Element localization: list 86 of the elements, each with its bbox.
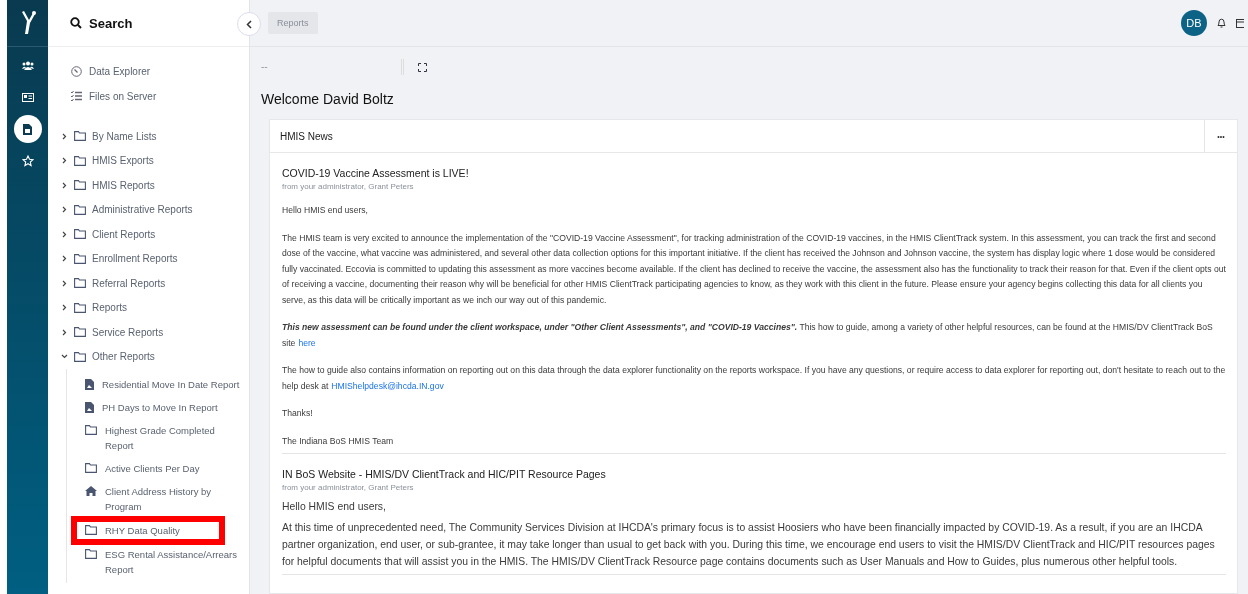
tree-label: Reports (92, 302, 127, 314)
folder-icon (74, 204, 86, 215)
tree-item[interactable]: Administrative Reports (61, 197, 249, 222)
tree-item[interactable]: By Name Lists (61, 124, 249, 149)
news-author: from your administrator, Grant Peters (282, 182, 415, 191)
id-card-icon (21, 92, 34, 102)
link[interactable]: here (298, 337, 316, 348)
tree-item[interactable]: HMIS Reports (61, 173, 249, 198)
chevron-right-icon (61, 304, 68, 312)
chevron-right-icon (61, 157, 68, 165)
folder-icon (74, 229, 86, 240)
nav-button[interactable] (13, 115, 42, 143)
folder-icon (74, 302, 86, 313)
news-paragraph: The HMIS team is very excited to announce the implementation of the "COVID-19 Vaccine Assessment", for tracking administration of the COVID-19 vaccines, in the HMIS ClientTrack system. In this assessment, you can track the first and second dose of the vaccine, what vaccine was administered, and several other data collection options for this important initiative. If the client has received the Johnson and Johnson vaccine, the system has display logic where 1 dose would be considered fully vaccinated. Eccovia is committed to updating this assessment as more vaccines become available. If the client has declined to receive the vaccine, the assessment also has the functionality to track their reason for that. Even if the client opts out of receiving a vaccine, documenting their reason why will be beneficial for other HMIS ClientTrack participating agencies to know, as they work with this client in the future. Please ensure your agency begins collecting this data for all clients you serve, as this data will be critically important as we inch our way out of this pandemic. (282, 231, 1226, 307)
report-item[interactable]: PH Days to Move In Report (77, 400, 249, 415)
chevron-left-icon (246, 19, 252, 29)
folder-icon (85, 463, 97, 473)
welcome-heading: Welcome David Boltz (261, 91, 395, 107)
tree-label: By Name Lists (92, 130, 157, 142)
report-item[interactable]: Residential Move In Date Report (77, 377, 249, 392)
people-icon (21, 60, 34, 70)
folder-icon (74, 155, 86, 166)
tree-label: HMIS Reports (92, 179, 155, 191)
search-icon (70, 17, 82, 29)
tree-label: Other Reports (92, 351, 155, 363)
link[interactable]: HMIShelpdesk@ihcda.IN.gov (331, 380, 444, 391)
sidebar-link[interactable]: Files on Server (71, 88, 249, 104)
news-paragraph: Hello HMIS end users, (282, 500, 387, 514)
news-paragraph: At this time of unprecedented need, The Community Services Division at IHCDA's primary focus is to assist Hoosiers who have been financially impacted by COVID-19. As a result, if you are an IHCDA partner organization, end user, or sub-grantee, it may take longer than usual to get back with you. During this time, we encourage end users to visit the HMIS/DV ClientTrack and HIC/PIT resources pages for helpful documents that will assist you in the HMIS. The HMIS/DV ClientTrack Resource page contains documents such as User Manuals and How to Guides, plus numerous other helpful tools. (282, 521, 1216, 569)
home-icon (85, 486, 97, 496)
expand-icon[interactable] (418, 62, 427, 72)
tree-label: Enrollment Reports (92, 253, 178, 265)
folder-icon (74, 278, 86, 289)
tree-item[interactable]: Client Reports (61, 222, 249, 247)
report-item[interactable]: Highest Grade Completed Report (77, 423, 249, 453)
folder-icon (74, 253, 86, 264)
tree-item[interactable]: Enrollment Reports (61, 246, 249, 271)
tree-label: Referral Reports (92, 277, 166, 289)
folder-icon (74, 180, 86, 191)
tree-item[interactable]: Reports (61, 295, 249, 320)
report-icon (85, 402, 94, 413)
folder-icon (85, 425, 97, 435)
chevron-right-icon (61, 255, 68, 263)
star-icon (21, 155, 34, 167)
folder-icon (85, 549, 97, 559)
chevron-right-icon (61, 132, 68, 140)
chevron-right-icon (61, 279, 68, 287)
news-paragraph: The Indiana BoS HMIS Team (282, 434, 395, 448)
chevron-right-icon (61, 181, 68, 189)
bell-icon[interactable] (1217, 18, 1226, 28)
folder-icon (74, 327, 86, 338)
chevron-right-icon (61, 328, 68, 336)
news-paragraph: Thanks! (282, 407, 314, 420)
folder-icon (74, 131, 86, 142)
folder-icon (74, 351, 86, 362)
tree-item[interactable]: HMIS Exports (61, 148, 249, 173)
report-icon (23, 123, 32, 135)
report-item[interactable]: Client Address History by Program (77, 484, 249, 514)
tree-item[interactable]: Other Reports (61, 344, 249, 369)
user-avatar[interactable]: DB (1181, 10, 1207, 36)
chevron-right-icon (61, 230, 68, 238)
news-title: COVID-19 Vaccine Assessment is LIVE! (282, 167, 470, 179)
news-author: from your administrator, Grant Peters (282, 483, 415, 492)
gauge-icon (71, 65, 82, 77)
tree-label: Client Reports (92, 228, 156, 240)
tree-label: HMIS Exports (92, 155, 154, 167)
news-title: IN BoS Website - HMIS/DV ClientTrack and HIC/PIT Resource Pages (282, 468, 607, 480)
tree-item[interactable]: Referral Reports (61, 271, 249, 296)
chevron-right-icon (61, 206, 68, 214)
report-item[interactable]: RHY Data Quality (77, 522, 219, 539)
news-paragraph: Hello HMIS end users, (282, 204, 369, 217)
report-item[interactable]: Active Clients Per Day (77, 461, 249, 476)
collapse-button[interactable] (237, 12, 261, 36)
chevron-down-icon (61, 354, 68, 360)
news-paragraph: This new assessment can be found under the client workspace, under "Other Client Assessments", and "COVID-19 Vaccines". This how to guide, among a variety of other helpful resources, can be found at the HMIS/DV ClientTrack BoS site here (282, 321, 1214, 350)
search-title[interactable]: Search (89, 15, 133, 31)
news-paragraph: The how to guide also contains information on reporting out on this data through the data explorer functionality on the reports workspace. If you have any questions, or require access to data explorer for reporting out, don't hesitate to reach out to the help desk at HMIShelpdesk@ihcda.IN.gov (282, 364, 1226, 393)
report-icon (85, 379, 94, 390)
checklist-icon (71, 91, 82, 101)
report-item[interactable]: ESG Rental Assistance/Arrears Report (77, 547, 249, 577)
tree-label: Service Reports (92, 326, 164, 338)
tree-item[interactable]: Service Reports (61, 320, 249, 345)
sidebar-link[interactable]: Data Explorer (71, 63, 249, 79)
tree-label: Administrative Reports (92, 204, 193, 216)
card-title: HMIS News (279, 130, 334, 142)
folder-icon (85, 525, 97, 535)
